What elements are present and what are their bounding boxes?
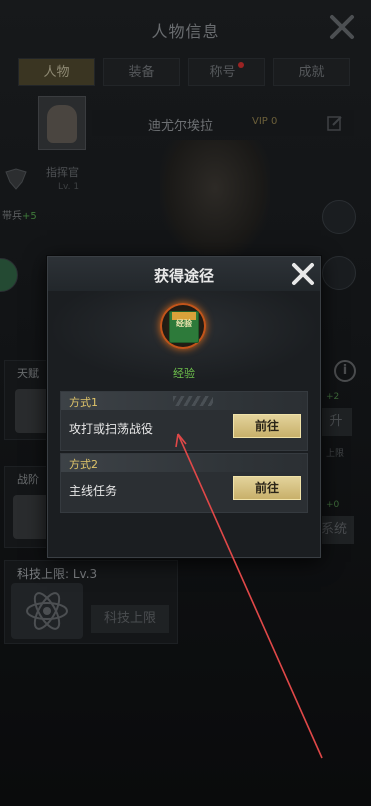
book-shape: 经验 <box>169 311 199 343</box>
troop-bonus: 带兵+5 <box>2 207 37 222</box>
talent-title: 天赋 <box>17 367 39 380</box>
decorative-stripes <box>173 396 213 406</box>
avatar-portrait <box>47 105 77 143</box>
avatar[interactable] <box>38 96 86 150</box>
tab-character[interactable]: 人物 <box>18 58 95 86</box>
method-header: 方式2 <box>61 454 307 472</box>
tab-equipment[interactable]: 装备 <box>103 58 180 86</box>
name-bar: 迪尤尔埃拉 VIP 0 <box>92 110 354 136</box>
method-description: 攻打或扫荡战役 <box>69 422 154 436</box>
page-title: 人物信息 <box>151 22 220 41</box>
method-header: 方式1 <box>61 392 307 410</box>
modal-title: 获得途径 <box>153 267 214 285</box>
talent-value: +2 <box>326 392 340 402</box>
tech-title: 科技上限: Lv.3 <box>17 567 98 581</box>
exp-book-icon: 经验 <box>160 303 206 349</box>
tab-label: 称号 <box>209 65 236 80</box>
rank-value: +0 <box>326 500 340 510</box>
vip-badge: VIP 0 <box>252 116 278 127</box>
talent-limit: 上限 <box>326 449 345 459</box>
atom-icon <box>11 583 83 639</box>
method-tag: 方式2 <box>69 458 98 471</box>
rank-badge-icon <box>5 168 27 190</box>
edit-icon[interactable] <box>326 114 344 132</box>
troop-bonus-value: +5 <box>22 211 37 222</box>
tab-label: 成就 <box>298 65 325 80</box>
side-soldier-icon[interactable] <box>322 200 356 234</box>
tab-label: 人物 <box>43 65 70 80</box>
go-button-main-quest[interactable]: 前往 <box>233 476 301 500</box>
player-name: 迪尤尔埃拉 <box>148 119 214 134</box>
method-card: 方式2 主线任务 前往 <box>60 453 308 513</box>
info-icon[interactable]: i <box>334 360 356 382</box>
close-icon[interactable] <box>288 259 318 289</box>
close-icon[interactable] <box>329 14 355 40</box>
method-description: 主线任务 <box>69 484 118 498</box>
commander-rank: 指挥官 Lv. 1 <box>0 160 90 196</box>
go-button-campaign[interactable]: 前往 <box>233 414 301 438</box>
hero-portrait <box>160 140 270 260</box>
acquisition-modal: 获得途径 经验 经验 方式1 攻打或扫荡战役 前往 方式2 主线任务 前往 <box>47 256 321 558</box>
tab-title[interactable]: 称号 <box>188 58 265 86</box>
modal-header: 获得途径 <box>48 257 320 292</box>
talent-side-button[interactable]: 升 <box>320 408 352 436</box>
item-display: 经验 经验 <box>48 291 320 383</box>
tech-panel: 科技上限: Lv.3 科技上限 <box>4 560 178 644</box>
commander-level: Lv. 1 <box>58 182 80 192</box>
commander-label: 指挥官 <box>46 166 79 179</box>
item-name: 经验 <box>173 367 195 380</box>
method-tag: 方式1 <box>69 396 98 409</box>
method-card: 方式1 攻打或扫荡战役 前往 <box>60 391 308 451</box>
item-icon-label: 经验 <box>176 319 192 328</box>
side-skill-icon[interactable] <box>322 256 356 290</box>
rank-title: 战阶 <box>17 473 39 486</box>
tab-bar: 人物 装备 称号 成就 <box>18 58 350 86</box>
tab-label: 装备 <box>128 65 155 80</box>
troop-bonus-label: 带兵 <box>2 211 22 222</box>
page-header: 人物信息 <box>0 0 371 56</box>
tech-limit-button[interactable]: 科技上限 <box>91 605 169 633</box>
tab-achievements[interactable]: 成就 <box>273 58 350 86</box>
notification-dot <box>237 62 244 68</box>
